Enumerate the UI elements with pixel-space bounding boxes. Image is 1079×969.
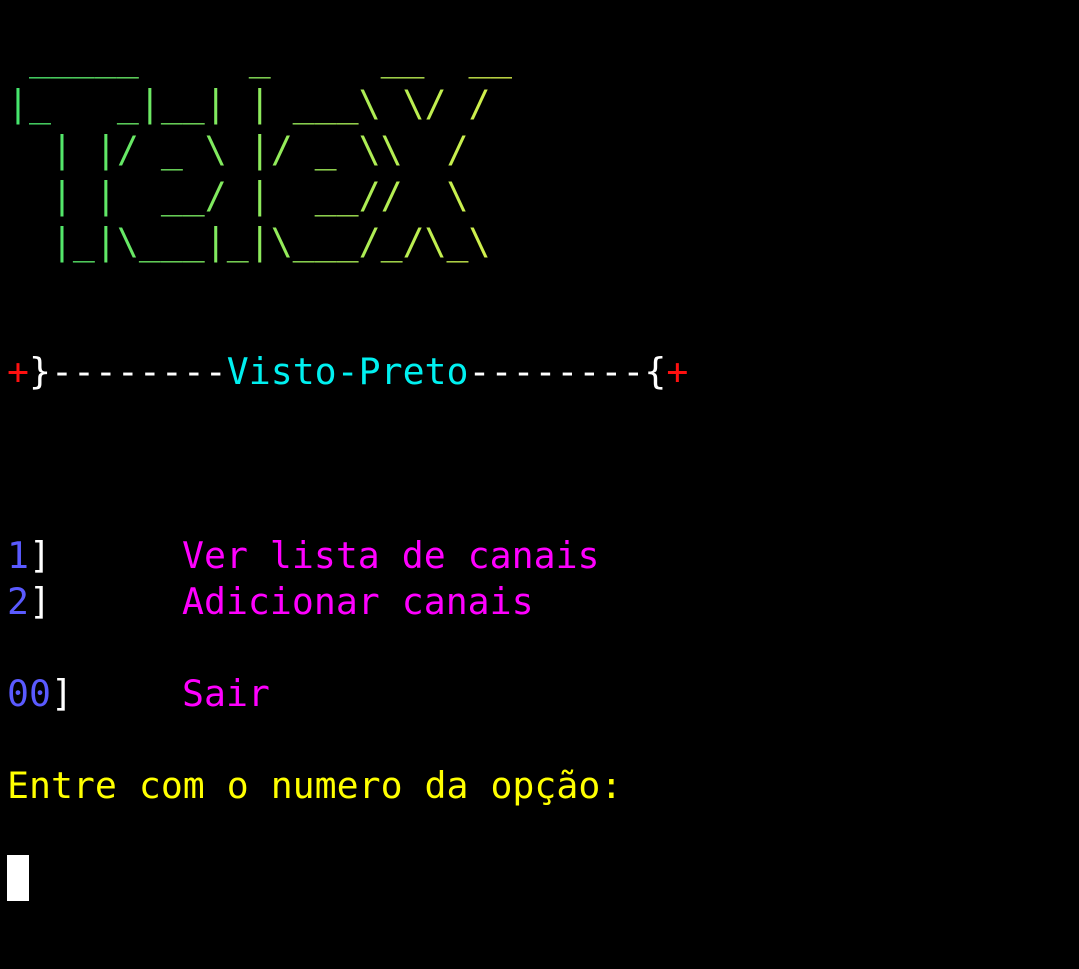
- title-left-dashes: --------: [50, 350, 227, 393]
- option-label: Sair: [182, 672, 270, 715]
- input-line[interactable]: [7, 855, 29, 901]
- title-right-dashes: --------: [468, 350, 645, 393]
- option-number: 2: [7, 580, 29, 623]
- option-bracket: ]: [28, 534, 51, 577]
- ascii-banner: _____ _ __ __ |_ _|__| | ___\ \/ / | |/ …: [7, 35, 512, 265]
- title-bar: +}--------Visto-Preto--------{+: [7, 349, 688, 395]
- banner-line: |_|\___|_|\___/_/\_\: [7, 219, 512, 265]
- title-left-brace: }: [28, 350, 51, 393]
- options-menu: 1] Ver lista de canais 2] Adicionar canais…: [7, 533, 600, 717]
- banner-line: _____ _ __ __: [7, 36, 513, 79]
- option-number: 00: [7, 672, 51, 715]
- menu-option-exit[interactable]: 00] Sair: [7, 671, 270, 717]
- menu-spacer: [7, 625, 73, 671]
- menu-option-view-channels[interactable]: 1] Ver lista de canais: [7, 533, 600, 579]
- option-bracket: ]: [50, 672, 73, 715]
- option-number: 1: [7, 534, 29, 577]
- menu-option-add-channels[interactable]: 2] Adicionar canais: [7, 579, 534, 625]
- title-right-plus: +: [666, 350, 689, 393]
- banner-line: | |/ _ \ |/ _ \\ /: [7, 127, 512, 173]
- app-title: Visto-Preto: [226, 350, 469, 393]
- option-prompt: Entre com o numero da opção:: [7, 764, 623, 807]
- banner-line: | | __/ | __// \: [7, 173, 512, 219]
- option-label: Adicionar canais: [182, 580, 534, 623]
- banner-line: |_ _|__| | ___\ \/ /: [7, 81, 512, 127]
- option-bracket: ]: [28, 580, 51, 623]
- title-right-brace: {: [644, 350, 667, 393]
- text-cursor: [7, 855, 29, 901]
- option-label: Ver lista de canais: [182, 534, 600, 577]
- title-left-plus: +: [7, 350, 29, 393]
